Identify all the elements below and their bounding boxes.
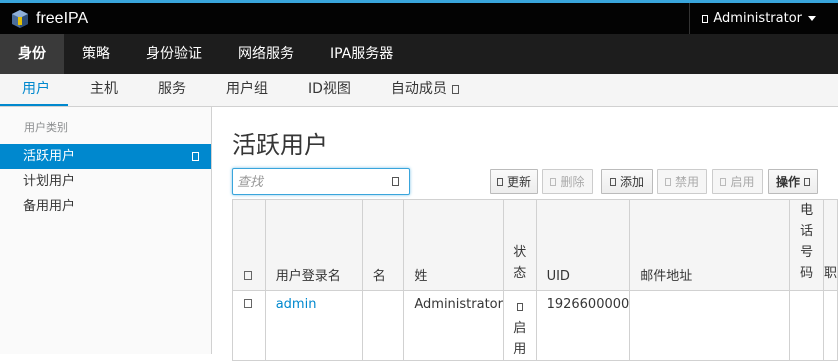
col-status-label: 状态 [513, 245, 527, 281]
search-input[interactable] [237, 172, 387, 192]
sidebar: 用户类别 活跃用户 计划用户 备用用户 [0, 107, 212, 354]
tab-hosts[interactable]: 主机 [68, 74, 136, 106]
col-phone[interactable]: 电话号码 [789, 199, 824, 291]
row-select-cell [232, 290, 266, 361]
cell-uid: 1926600000 [535, 290, 631, 361]
page-title: 活跃用户 [232, 131, 328, 159]
nav-identity[interactable]: 身份 [0, 34, 64, 74]
delete-label: 删除 [560, 175, 585, 189]
plus-icon [609, 177, 616, 186]
user-name: Administrator [713, 11, 802, 26]
dropdown-icon [451, 85, 459, 94]
add-button[interactable]: 添加 [601, 169, 653, 194]
nav-ipa-server[interactable]: IPA服务器 [312, 34, 411, 74]
col-status[interactable]: 状态 [502, 199, 537, 291]
select-all-cell [232, 199, 266, 291]
actions-label: 操作 [775, 175, 800, 189]
enable-button[interactable]: 启用 [712, 169, 763, 194]
user-icon [702, 14, 709, 23]
cell-status: 启用 [502, 290, 537, 361]
sidebar-title: 用户类别 [24, 121, 68, 134]
sidebar-item-preserved-users[interactable]: 备用用户 [0, 194, 211, 219]
refresh-label: 更新 [506, 175, 531, 189]
col-last-name[interactable]: 姓 [403, 199, 504, 291]
nav-policy[interactable]: 策略 [64, 34, 128, 74]
tab-id-views[interactable]: ID视图 [286, 74, 369, 106]
nav-authentication[interactable]: 身份验证 [128, 34, 220, 74]
sidebar-item-label: 活跃用户 [23, 149, 76, 164]
main-content: 活跃用户 更新 删除 添加 禁用 启用 操作 用户登录名 名 姓 状 [212, 107, 838, 361]
cell-phone [789, 290, 824, 361]
enable-label: 启用 [730, 175, 755, 189]
secondary-nav: 用户 主机 服务 用户组 ID视图 自动成员 [0, 74, 838, 107]
users-table: 用户登录名 名 姓 状态 UID 邮件地址 电话号码 职 admin Admin… [232, 199, 838, 361]
caret-down-icon [808, 16, 816, 21]
trash-icon [550, 177, 557, 186]
col-job-title-label: 职 [823, 266, 837, 281]
tab-users[interactable]: 用户 [0, 74, 68, 106]
primary-nav: 身份 策略 身份验证 网络服务 IPA服务器 [0, 34, 838, 74]
col-job-title[interactable]: 职 [822, 199, 838, 291]
col-email[interactable]: 邮件地址 [629, 199, 791, 291]
search-icon[interactable] [392, 177, 399, 186]
minus-circle-icon [664, 177, 671, 186]
col-uid[interactable]: UID [535, 199, 631, 291]
table-header-row: 用户登录名 名 姓 状态 UID 邮件地址 电话号码 职 [232, 199, 838, 291]
status-text: 启用 [513, 321, 527, 357]
sidebar-item-stage-users[interactable]: 计划用户 [0, 169, 211, 194]
freeipa-logo-icon [12, 10, 28, 28]
tab-groups[interactable]: 用户组 [204, 74, 286, 106]
tab-services[interactable]: 服务 [136, 74, 204, 106]
col-phone-label: 电话号码 [800, 203, 814, 281]
chevron-right-icon [192, 152, 199, 161]
caret-down-icon [804, 177, 810, 186]
sidebar-item-active-users[interactable]: 活跃用户 [0, 144, 211, 169]
check-icon [720, 177, 727, 186]
disable-label: 禁用 [674, 175, 699, 189]
cell-job-title [822, 290, 838, 361]
app-name: freeIPA [36, 10, 89, 27]
cell-first-name [361, 290, 405, 361]
cell-last-name: Administrator [403, 290, 504, 361]
refresh-button[interactable]: 更新 [490, 169, 538, 194]
tab-automember-label: 自动成员 [390, 81, 447, 97]
cell-login: admin [264, 290, 363, 361]
user-link[interactable]: admin [276, 297, 317, 312]
cell-email [629, 290, 791, 361]
top-bar: freeIPA Administrator [0, 0, 838, 34]
select-all-checkbox[interactable] [244, 271, 252, 280]
refresh-icon [496, 177, 503, 186]
col-first-name[interactable]: 名 [361, 199, 405, 291]
delete-button[interactable]: 删除 [542, 169, 593, 194]
add-label: 添加 [619, 175, 644, 189]
disable-button[interactable]: 禁用 [657, 169, 707, 194]
check-icon [516, 303, 523, 311]
user-menu[interactable]: Administrator [689, 3, 838, 34]
table-row: admin Administrator 启用 1926600000 [232, 290, 838, 361]
row-checkbox[interactable] [244, 299, 252, 308]
col-login[interactable]: 用户登录名 [264, 199, 363, 291]
status-cell-content: 启用 [513, 297, 526, 360]
nav-network-services[interactable]: 网络服务 [220, 34, 312, 74]
actions-button[interactable]: 操作 [768, 169, 818, 194]
brand[interactable]: freeIPA [10, 7, 88, 31]
tab-automember[interactable]: 自动成员 [369, 74, 477, 106]
search-box [232, 168, 410, 195]
